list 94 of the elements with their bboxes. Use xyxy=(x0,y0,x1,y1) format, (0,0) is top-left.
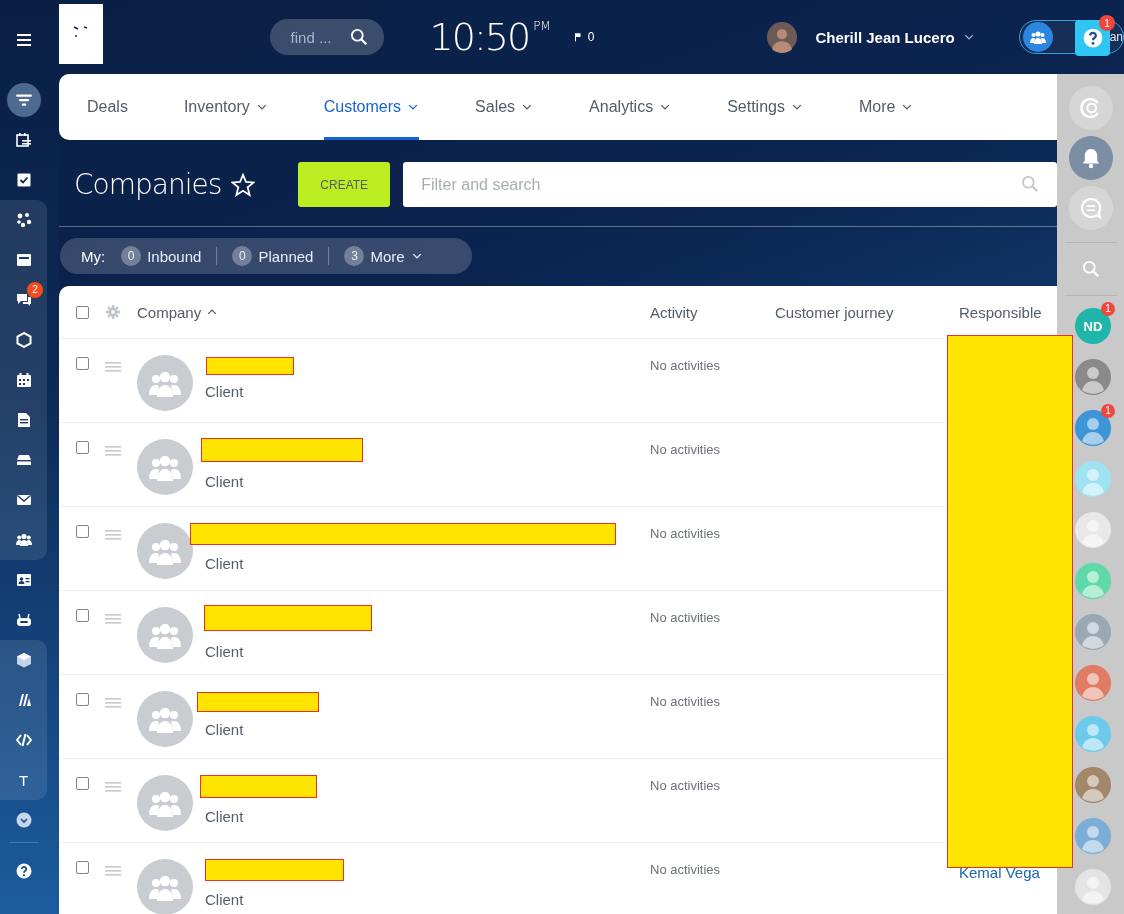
card-icon[interactable] xyxy=(15,252,32,268)
row-checkbox[interactable] xyxy=(76,609,89,622)
activity-cell-text: No activities xyxy=(650,609,722,627)
drag-handle-icon[interactable] xyxy=(105,611,121,627)
column-header[interactable]: Activity xyxy=(650,303,775,321)
menu-icon[interactable] xyxy=(15,32,32,48)
nav-tab[interactable]: Deals xyxy=(87,74,128,140)
help-button[interactable] xyxy=(1075,20,1110,56)
mail-icon[interactable] xyxy=(15,492,32,508)
company-avatar-icon xyxy=(137,775,193,831)
contact-avatar[interactable] xyxy=(1075,665,1111,701)
workspace-label: an xyxy=(1109,30,1123,44)
company-type: Client xyxy=(205,721,245,738)
activity-cell-text: No activities xyxy=(650,861,722,879)
responsible-link[interactable]: Kemal Vega xyxy=(959,864,1040,881)
company-type: Client xyxy=(205,383,245,400)
counter-label: My: xyxy=(81,247,106,265)
row-checkbox[interactable] xyxy=(76,693,89,706)
company-type: Client xyxy=(205,891,245,908)
company-type: Client xyxy=(205,808,245,825)
contact-card-icon[interactable] xyxy=(15,572,32,588)
nav-tab[interactable]: Inventory xyxy=(183,74,268,140)
sidebar-item[interactable]: T xyxy=(18,771,29,789)
hexagon-icon[interactable] xyxy=(15,332,32,348)
activity-cell-text: No activities xyxy=(650,777,722,795)
row-checkbox[interactable] xyxy=(76,525,89,538)
column-header[interactable]: Responsible xyxy=(959,303,1057,321)
company-avatar-icon xyxy=(137,607,193,663)
select-all-checkbox[interactable] xyxy=(76,305,89,319)
activity-cell-text: No activities xyxy=(650,693,722,711)
checkbox-icon[interactable] xyxy=(15,172,32,188)
page-title: Companies xyxy=(74,168,222,201)
search-icon xyxy=(1021,175,1039,193)
chat-icon xyxy=(1079,197,1102,219)
chevron-down-icon[interactable] xyxy=(15,812,32,828)
chat-icon[interactable] xyxy=(15,292,32,308)
filter-icon[interactable] xyxy=(14,91,33,109)
robot-icon[interactable] xyxy=(15,612,32,628)
create-button[interactable]: CREATE xyxy=(298,162,391,207)
activity-cell-text: No activities xyxy=(650,525,722,543)
notification-badge: 1 xyxy=(1101,302,1115,316)
nav-tab[interactable]: Customers xyxy=(323,74,420,140)
calendar-list-icon[interactable] xyxy=(15,132,32,148)
drag-handle-icon[interactable] xyxy=(105,359,121,375)
drag-handle-icon[interactable] xyxy=(105,863,121,879)
filter-search-field[interactable]: Filter and search xyxy=(403,162,1057,207)
row-checkbox[interactable] xyxy=(76,861,89,874)
people-icon[interactable] xyxy=(15,532,32,548)
help-icon xyxy=(1082,28,1103,48)
company-type: Client xyxy=(205,643,245,660)
company-avatar-icon xyxy=(137,523,193,579)
document-icon[interactable] xyxy=(15,412,32,428)
row-checkbox[interactable] xyxy=(76,357,89,370)
notifications-button[interactable] xyxy=(1068,136,1113,180)
flag-count: 0 xyxy=(587,30,595,44)
nav-tab[interactable]: Analytics xyxy=(589,74,672,140)
column-header[interactable]: Customer journey xyxy=(775,303,959,321)
drag-handle-icon[interactable] xyxy=(105,779,121,795)
row-checkbox[interactable] xyxy=(76,777,89,790)
search-icon xyxy=(349,28,368,46)
people-icon xyxy=(1029,29,1046,45)
ring-icon xyxy=(1079,97,1102,119)
row-checkbox[interactable] xyxy=(76,441,89,454)
counter-filter[interactable]: 0 Inbound xyxy=(121,246,202,266)
user-menu[interactable]: Cherill Jean Lucero xyxy=(815,28,975,46)
notification-badge: 1 xyxy=(1099,15,1115,31)
calendar-icon[interactable] xyxy=(15,372,32,388)
notification-badge: 1 xyxy=(1101,404,1115,418)
company-avatar-icon xyxy=(137,355,193,411)
company-type: Client xyxy=(205,555,245,572)
company-avatar-icon xyxy=(137,439,193,495)
star-icon[interactable] xyxy=(231,172,256,197)
code-icon[interactable] xyxy=(15,732,32,748)
company-type: Client xyxy=(205,473,245,490)
nav-tab[interactable]: More xyxy=(858,74,914,140)
contact-avatar[interactable] xyxy=(1075,359,1111,395)
company-avatar-icon xyxy=(137,691,193,747)
nav-tab[interactable]: Settings xyxy=(727,74,803,140)
help-icon[interactable] xyxy=(15,863,32,879)
counter-filter[interactable]: 3 More xyxy=(344,246,423,266)
drag-handle-icon[interactable] xyxy=(105,527,121,543)
notification-badge: 2 xyxy=(27,282,43,298)
flag-icon[interactable] xyxy=(572,31,583,43)
activity-cell-text: No activities xyxy=(650,357,722,375)
cube-icon[interactable] xyxy=(15,652,32,668)
column-header[interactable]: Company xyxy=(137,303,650,321)
dots-icon[interactable] xyxy=(15,212,32,228)
nav-tab[interactable]: Sales xyxy=(475,74,534,140)
drag-handle-icon[interactable] xyxy=(105,443,121,459)
drag-handle-icon[interactable] xyxy=(105,695,121,711)
drive-icon[interactable] xyxy=(15,452,32,468)
contact-avatar[interactable] xyxy=(1075,767,1111,803)
counter-filter[interactable]: 0 Planned xyxy=(232,246,314,266)
activity-cell-text: No activities xyxy=(650,441,722,459)
